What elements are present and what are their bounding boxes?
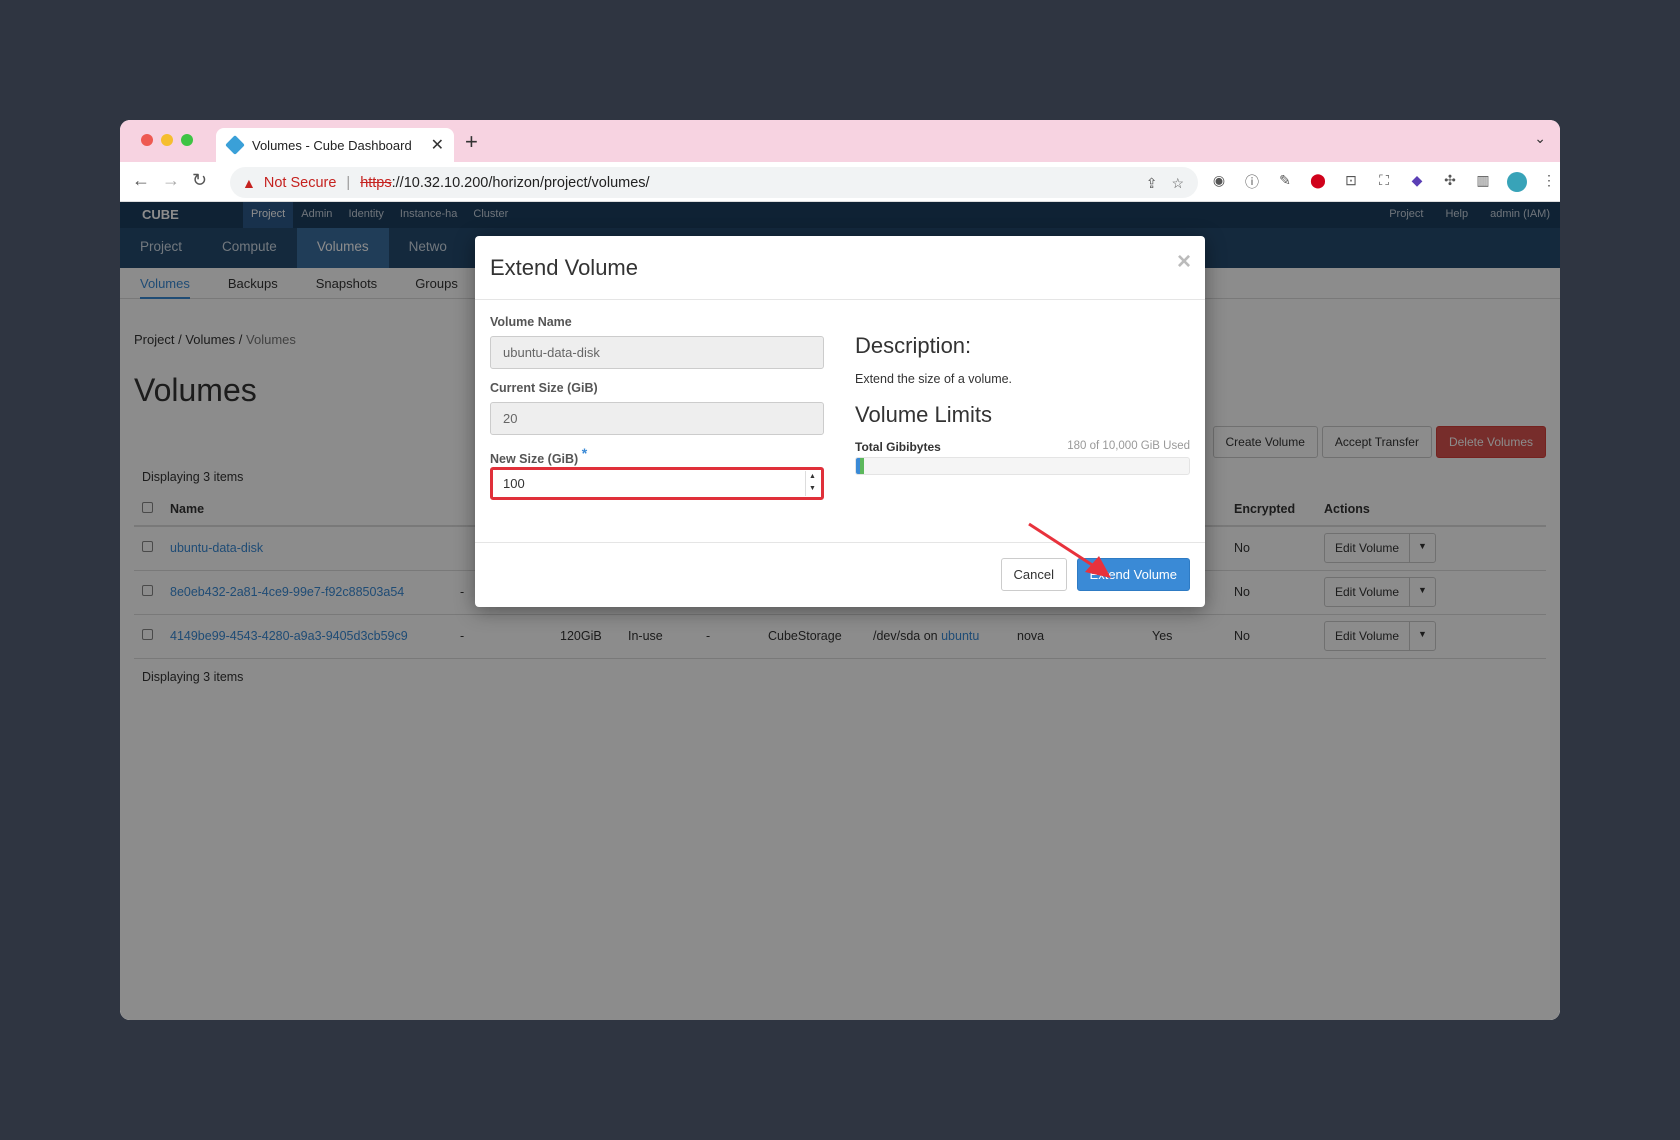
extensions-bar: ◉ ⓘ ✎ ⬤ ⊡ ⛶ ◆ ✣ ▥ ⋮ bbox=[1210, 172, 1558, 195]
forward-icon[interactable]: → bbox=[162, 170, 180, 191]
volume-name-field: ubuntu-data-disk bbox=[490, 336, 824, 369]
sidebar-icon[interactable]: ▥ bbox=[1474, 172, 1492, 195]
url-text: ://10.32.10.200/horizon/project/volumes/ bbox=[391, 174, 650, 191]
profile-avatar[interactable] bbox=[1507, 172, 1527, 195]
modal-title: Extend Volume bbox=[490, 255, 638, 280]
description-text: Extend the size of a volume. bbox=[855, 372, 1013, 386]
new-tab-icon[interactable]: + bbox=[465, 129, 478, 155]
tab-search-chevron-icon[interactable]: ⌄ bbox=[1534, 130, 1546, 147]
url-separator: | bbox=[346, 174, 351, 191]
tab-title: Volumes - Cube Dashboard bbox=[252, 137, 412, 153]
current-size-field: 20 bbox=[490, 402, 824, 435]
modal-header: Extend Volume × bbox=[475, 236, 1205, 300]
menu-dots-icon[interactable]: ⋮ bbox=[1540, 172, 1558, 195]
volume-limits-heading: Volume Limits bbox=[855, 402, 992, 427]
usage-text: 180 of 10,000 GiB Used bbox=[1067, 440, 1190, 452]
browser-toolbar: ← → ↻ ▲ Not Secure | https ://10.32.10.2… bbox=[120, 162, 1560, 202]
total-gibibytes-label: Total Gibibytes bbox=[855, 440, 941, 454]
puzzle-icon[interactable]: ✣ bbox=[1441, 172, 1459, 195]
tab-close-icon[interactable]: ✕ bbox=[431, 135, 444, 155]
not-secure-label[interactable]: Not Secure bbox=[264, 175, 337, 191]
close-icon[interactable]: × bbox=[1177, 248, 1191, 276]
required-asterisk: * bbox=[581, 445, 588, 461]
quota-progress-bar bbox=[855, 457, 1190, 475]
warning-icon: ▲ bbox=[242, 174, 256, 191]
url-scheme: https bbox=[360, 174, 392, 191]
lock-icon[interactable]: ⊡ bbox=[1342, 172, 1360, 195]
screenshot-icon[interactable]: ⛶ bbox=[1375, 172, 1393, 195]
share-icon[interactable]: ⇪ bbox=[1146, 175, 1158, 192]
address-bar[interactable]: ▲ Not Secure | https ://10.32.10.200/hor… bbox=[230, 167, 1198, 198]
tab-bar: Volumes - Cube Dashboard ✕ + ⌄ bbox=[120, 120, 1560, 162]
cube-favicon-icon bbox=[225, 135, 245, 155]
number-stepper[interactable]: ▲ ▼ bbox=[805, 471, 819, 496]
volume-name-label: Volume Name bbox=[490, 315, 572, 329]
opera-icon[interactable]: ⬤ bbox=[1309, 172, 1327, 195]
browser-tab[interactable]: Volumes - Cube Dashboard ✕ bbox=[216, 128, 454, 162]
new-size-input[interactable]: 100 ▲ ▼ bbox=[490, 467, 824, 500]
modal-body: Volume Name ubuntu-data-disk Current Siz… bbox=[475, 300, 1205, 540]
eyedropper-icon[interactable]: ✎ bbox=[1276, 172, 1294, 195]
back-icon[interactable]: ← bbox=[132, 170, 150, 191]
quota-progress-fill bbox=[856, 458, 865, 474]
current-size-label: Current Size (GiB) bbox=[490, 381, 598, 395]
bookmark-star-icon[interactable]: ☆ bbox=[1171, 175, 1184, 192]
annotation-arrow-icon bbox=[1028, 522, 1111, 578]
camera-icon[interactable]: ◉ bbox=[1210, 172, 1228, 195]
reload-icon[interactable]: ↻ bbox=[192, 170, 207, 191]
minimize-window-button[interactable] bbox=[161, 134, 173, 146]
close-window-button[interactable] bbox=[141, 134, 153, 146]
extension-badge-icon[interactable]: ◆ bbox=[1408, 172, 1426, 195]
new-size-label: New Size (GiB) * bbox=[490, 445, 588, 467]
ip-icon[interactable]: ⓘ bbox=[1243, 172, 1261, 195]
description-heading: Description: bbox=[855, 333, 972, 358]
url-actions: ⇪ ☆ bbox=[1146, 175, 1184, 192]
maximize-window-button[interactable] bbox=[181, 134, 193, 146]
